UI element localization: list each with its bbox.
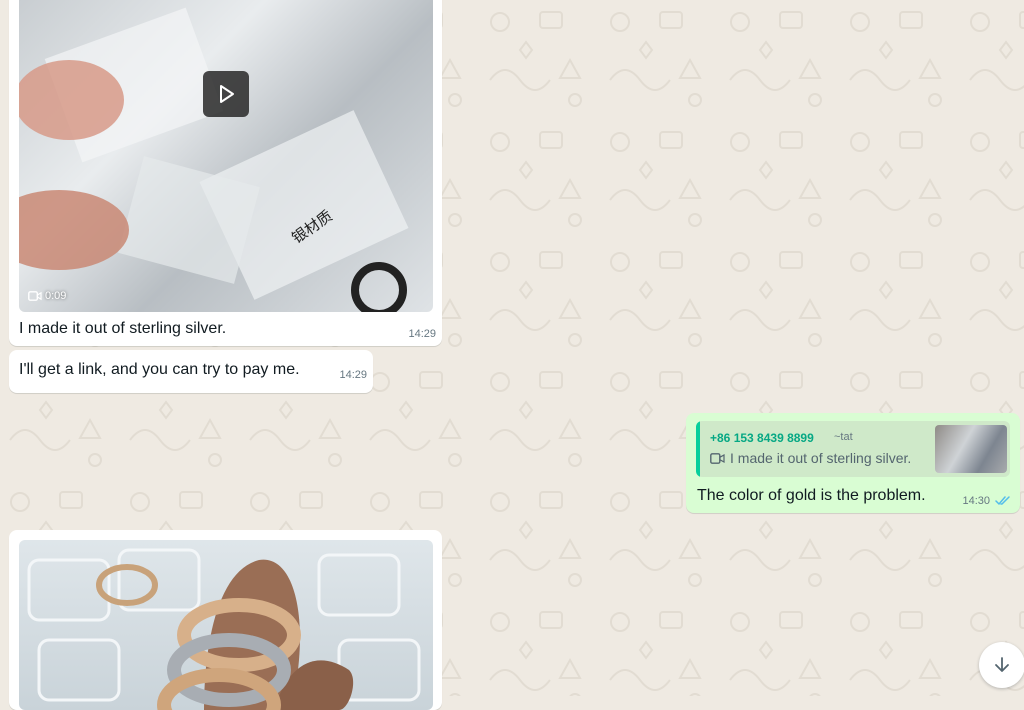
quoted-alias: ~tat [834, 431, 853, 443]
duration-label: 0:09 [45, 290, 67, 302]
image-thumbnail[interactable] [19, 540, 433, 710]
message-time: 14:29 [408, 328, 436, 340]
video-thumbnail[interactable]: 银材质 0:09 [19, 0, 433, 312]
message-outgoing-reply: +86 153 8439 8899 ~tat I made it out of … [686, 413, 1020, 513]
video-camera-icon [28, 291, 42, 301]
quoted-thumbnail [935, 425, 1007, 473]
quote-accent-bar [696, 421, 700, 477]
message-caption: I made it out of sterling silver. [19, 320, 227, 337]
message-time: 14:29 [339, 369, 367, 381]
quoted-sender: +86 153 8439 8899 [710, 431, 814, 445]
message-text: I'll get a link, and you can try to pay … [19, 361, 300, 378]
message-incoming-image [9, 530, 442, 710]
video-camera-icon [710, 452, 725, 464]
message-time: 14:30 [962, 495, 990, 507]
message-text: The color of gold is the problem. [697, 487, 926, 504]
video-duration: 0:09 [28, 290, 66, 302]
video-thumbnail-art: 银材质 [19, 7, 409, 312]
play-button[interactable] [203, 71, 249, 117]
scroll-to-bottom-button[interactable] [979, 642, 1024, 688]
arrow-down-icon [995, 657, 1009, 672]
message-incoming-video: 银材质 0:09 I made it out of sterling silve… [9, 0, 442, 346]
quoted-text-row: I made it out of sterling silver. [710, 450, 911, 466]
double-check-icon [995, 496, 1010, 505]
play-icon [220, 85, 234, 103]
ring-photo [27, 548, 421, 710]
quoted-text: I made it out of sterling silver. [730, 450, 912, 466]
message-incoming-text: I'll get a link, and you can try to pay … [9, 350, 373, 393]
quoted-message[interactable]: +86 153 8439 8899 ~tat I made it out of … [696, 421, 1010, 477]
